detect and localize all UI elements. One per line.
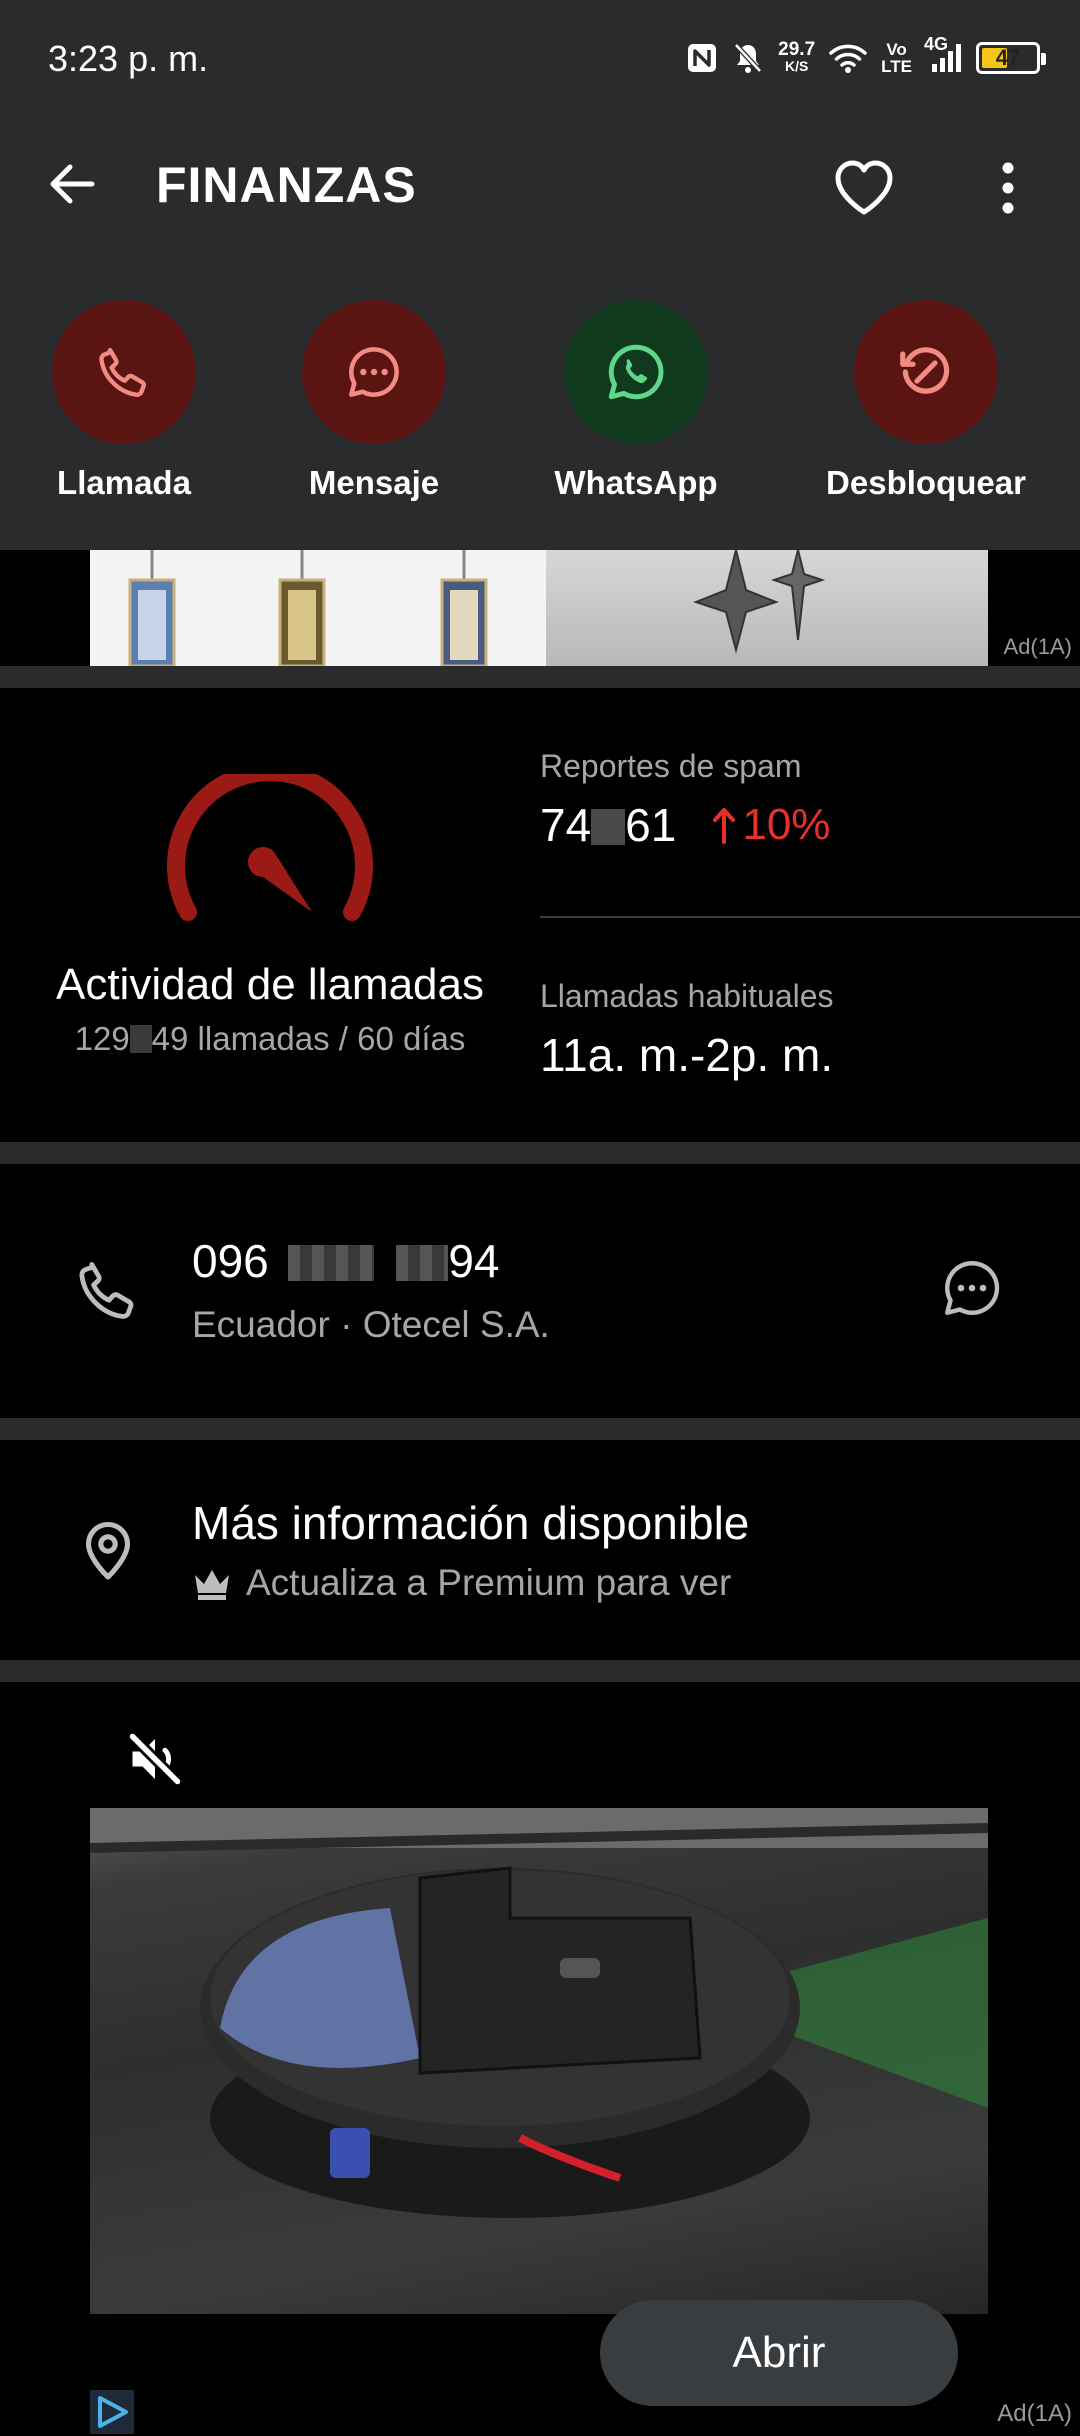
back-button[interactable]	[36, 148, 108, 220]
ad-label: Ad(1A)	[997, 2400, 1072, 2427]
activity-sub-prefix: 129	[74, 1020, 130, 1057]
volte-bottom: LTE	[881, 57, 912, 76]
phone-number-prefix: 096	[192, 1235, 269, 1287]
spam-reports-value: 74 61	[540, 798, 676, 852]
chat-bubble-icon	[349, 347, 399, 397]
unblock-icon	[900, 347, 950, 394]
nfc-icon	[686, 42, 718, 74]
ad-earrings-image	[546, 549, 988, 666]
section-separator	[0, 1142, 1080, 1164]
phone-number: 096 94	[192, 1234, 499, 1288]
mute-button[interactable]	[118, 1722, 192, 1796]
network-type: 4G	[924, 34, 949, 54]
habitual-calls-label: Llamadas habituales	[540, 978, 834, 1014]
spam-trend-value: 10%	[742, 800, 831, 849]
activity-title: Actividad de llamadas	[55, 960, 484, 1009]
section-separator	[0, 1418, 1080, 1440]
message-action[interactable]: Mensaje	[264, 300, 484, 502]
ad-video-frame[interactable]	[90, 1808, 988, 2314]
open-ad-button[interactable]: Abrir	[600, 2300, 958, 2406]
robot-vacuum-image	[90, 1808, 988, 2218]
message-action-label: Mensaje	[308, 464, 440, 501]
ad-label: Ad(1A)	[1003, 634, 1072, 659]
spam-suffix: 61	[625, 799, 677, 851]
section-separator	[0, 666, 1080, 688]
redacted-block	[396, 1245, 449, 1281]
battery-level: 47	[995, 45, 1021, 70]
spam-reports-label: Reportes de spam	[540, 748, 802, 784]
phone-carrier: Ecuador · Otecel S.A.	[192, 1304, 550, 1345]
send-message-button[interactable]	[930, 1246, 1014, 1330]
spam-trend: 10%	[712, 800, 830, 850]
ad-banner[interactable]: Ad(1A)	[0, 549, 1080, 668]
whatsapp-action[interactable]: WhatsApp	[526, 300, 746, 502]
whatsapp-action-label: WhatsApp	[554, 464, 718, 501]
activity-subtitle: 129 49 llamadas / 60 días	[0, 1020, 540, 1058]
favorite-button[interactable]	[824, 148, 904, 228]
volume-off-icon	[128, 1732, 182, 1786]
activity-sub-suffix: 49 llamadas / 60 días	[151, 1020, 466, 1057]
activity-gauge-icon	[167, 774, 373, 921]
unblock-action[interactable]: Desbloquear	[816, 300, 1036, 502]
status-time: 3:23 p. m.	[48, 38, 209, 79]
status-icons: 29.7 K/S Vo LTE 4G 47	[686, 35, 1046, 80]
net-speed: 29.7 K/S	[778, 39, 816, 75]
stats-card: Actividad de llamadas 129 49 llamadas / 6…	[0, 688, 1080, 1142]
location-pin-icon	[85, 1522, 131, 1580]
volte-indicator: Vo LTE	[881, 41, 912, 75]
ad-keychains-image	[90, 550, 546, 668]
signal-icon: 4G	[924, 35, 962, 74]
unblock-action-label: Desbloquear	[826, 464, 1026, 501]
spam-prefix: 74	[540, 799, 592, 851]
bell-off-icon	[732, 41, 764, 75]
volte-top: Vo	[886, 40, 907, 59]
premium-upsell-text: Actualiza a Premium para ver	[246, 1562, 732, 1603]
crown-icon	[195, 1570, 229, 1600]
phone-icon	[99, 347, 147, 397]
section-separator	[0, 1660, 1080, 1682]
heart-icon	[835, 160, 893, 215]
redacted-block	[129, 1025, 152, 1053]
more-vert-icon	[1002, 162, 1014, 214]
premium-upsell[interactable]: Actualiza a Premium para ver	[192, 1562, 731, 1604]
page-title: FINANZAS	[156, 157, 417, 213]
stats-divider	[540, 916, 1080, 918]
call-action[interactable]: Llamada	[14, 300, 234, 502]
phone-number-card[interactable]: 096 94 Ecuador · Otecel S.A.	[0, 1164, 1080, 1418]
call-action-circle[interactable]	[52, 300, 196, 444]
arrow-up-icon	[713, 808, 736, 844]
chat-bubble-icon	[945, 1261, 1000, 1315]
status-bar: 3:23 p. m. 29.7 K/S Vo LTE 4G 47	[0, 0, 1080, 120]
habitual-calls-value: 11a. m.-2p. m.	[540, 1029, 834, 1081]
phone-number-suffix: 94	[448, 1235, 500, 1287]
more-info-title: Más información disponible	[192, 1497, 750, 1549]
phone-icon	[79, 1262, 134, 1319]
call-action-label: Llamada	[57, 464, 191, 501]
message-action-circle[interactable]	[302, 300, 446, 444]
ad-banner-image[interactable]	[90, 549, 988, 668]
spam-reports-row: 74 61 10%	[540, 798, 830, 852]
more-options-button[interactable]	[976, 148, 1040, 228]
unblock-action-circle[interactable]	[854, 300, 998, 444]
redacted-block	[287, 1245, 374, 1281]
quick-actions: Llamada Mensaje WhatsApp Desbloquear	[0, 300, 1080, 520]
video-ad[interactable]: Abrir Ad(1A)	[0, 1682, 1080, 2436]
app-header: FINANZAS Llamada Mensaje WhatsApp Desblo…	[0, 120, 1080, 550]
back-arrow-icon	[50, 164, 95, 204]
battery-icon: 47	[976, 42, 1046, 74]
whatsapp-action-circle[interactable]	[564, 300, 708, 444]
adchoices-icon[interactable]	[90, 2390, 134, 2434]
redacted-block	[591, 809, 626, 845]
net-speed-unit: K/S	[784, 58, 809, 74]
whatsapp-icon	[608, 344, 664, 400]
wifi-icon	[829, 42, 867, 74]
net-speed-value: 29.7	[778, 39, 816, 60]
more-info-card[interactable]: Más información disponible Actualiza a P…	[0, 1440, 1080, 1660]
